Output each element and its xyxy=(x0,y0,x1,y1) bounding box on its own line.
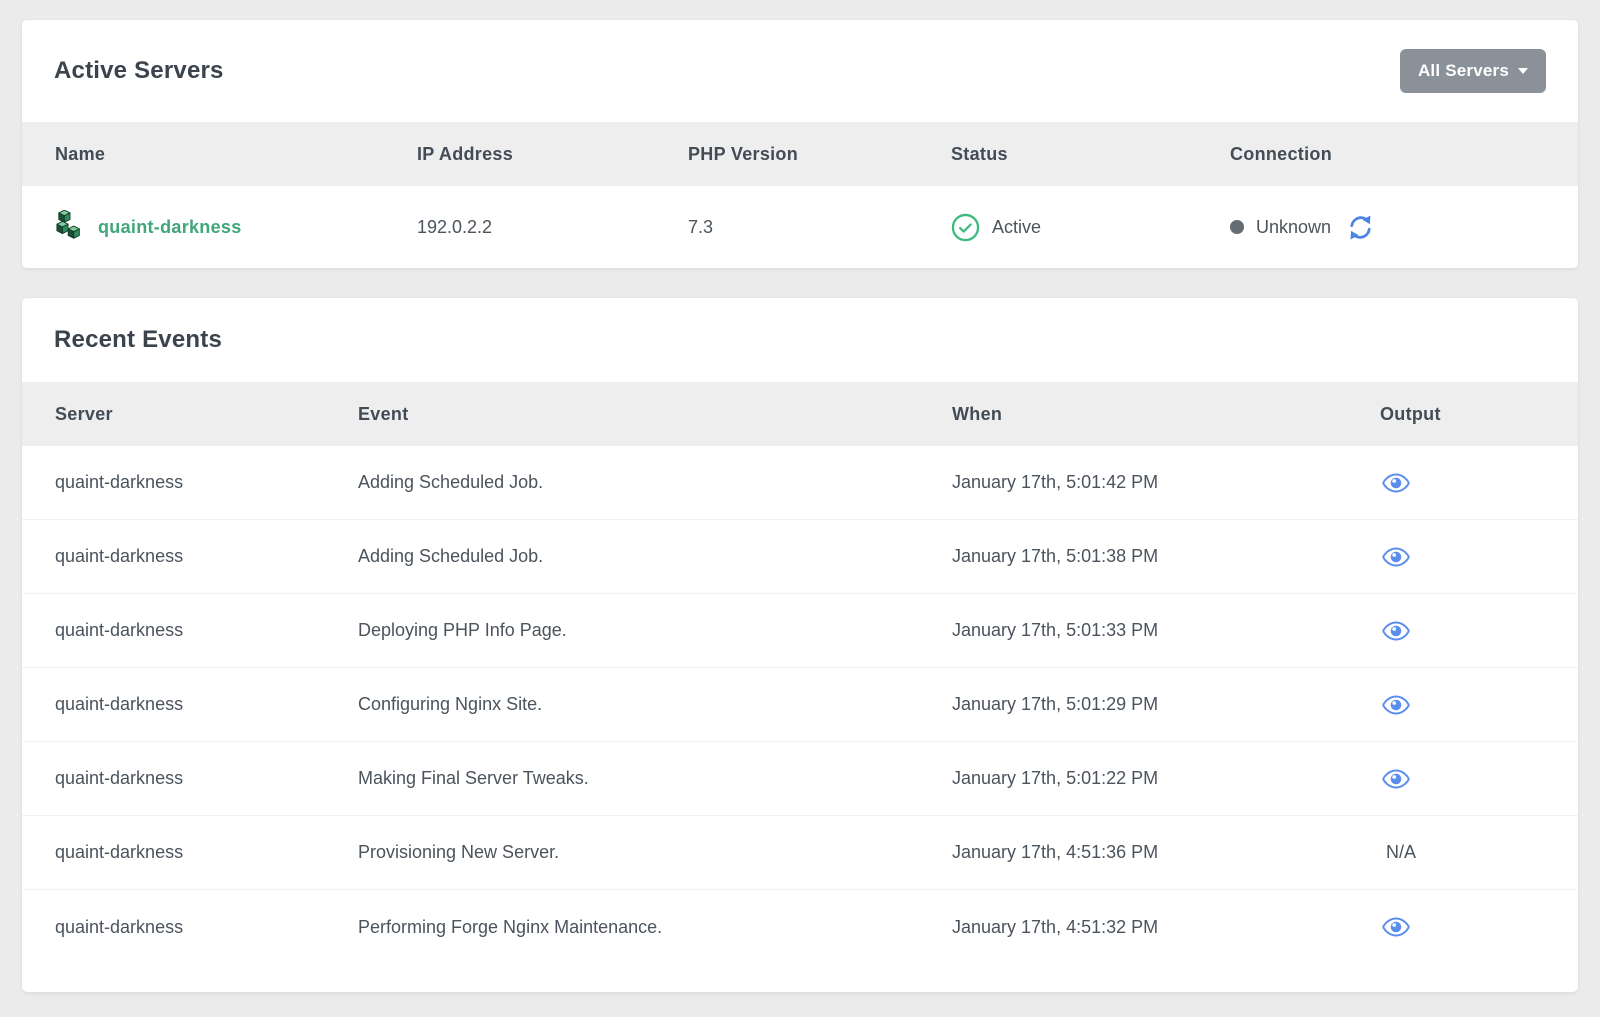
server-name-link[interactable]: quaint-darkness xyxy=(98,217,242,238)
event-timestamp: January 17th, 4:51:36 PM xyxy=(952,842,1380,863)
recent-events-title: Recent Events xyxy=(54,326,222,354)
event-description: Adding Scheduled Job. xyxy=(358,546,952,567)
column-header-output: Output xyxy=(1380,404,1578,425)
event-timestamp: January 17th, 5:01:38 PM xyxy=(952,546,1380,567)
event-output-cell xyxy=(1380,473,1578,493)
event-server: quaint-darkness xyxy=(22,842,358,863)
event-description: Performing Forge Nginx Maintenance. xyxy=(358,917,952,938)
table-row: quaint-darkness Adding Scheduled Job. Ja… xyxy=(22,520,1578,594)
view-output-eye-icon[interactable] xyxy=(1382,769,1410,789)
column-header-ip: IP Address xyxy=(417,144,688,165)
event-description: Adding Scheduled Job. xyxy=(358,472,952,493)
all-servers-dropdown-button[interactable]: All Servers xyxy=(1400,49,1546,93)
table-row: quaint-darkness Adding Scheduled Job. Ja… xyxy=(22,446,1578,520)
column-header-connection: Connection xyxy=(1230,144,1578,165)
table-row: quaint-darkness Deploying PHP Info Page.… xyxy=(22,594,1578,668)
status-active-check-icon xyxy=(951,213,980,242)
recent-events-table-header: Server Event When Output xyxy=(22,382,1578,446)
view-output-eye-icon[interactable] xyxy=(1382,473,1410,493)
event-output-cell xyxy=(1380,547,1578,567)
recent-events-header: Recent Events xyxy=(22,298,1578,382)
no-output-label: N/A xyxy=(1386,842,1416,863)
all-servers-dropdown-label: All Servers xyxy=(1418,61,1509,81)
event-server: quaint-darkness xyxy=(22,620,358,641)
event-server: quaint-darkness xyxy=(22,694,358,715)
server-php-version: 7.3 xyxy=(688,217,951,238)
active-servers-title: Active Servers xyxy=(54,57,224,85)
column-header-name: Name xyxy=(22,144,417,165)
column-header-php-version: PHP Version xyxy=(688,144,951,165)
event-output-cell: N/A xyxy=(1380,842,1578,863)
event-timestamp: January 17th, 5:01:42 PM xyxy=(952,472,1380,493)
view-output-eye-icon[interactable] xyxy=(1382,695,1410,715)
column-header-server: Server xyxy=(22,404,358,425)
column-header-event: Event xyxy=(358,404,952,425)
server-icon xyxy=(55,210,85,244)
active-servers-table-header: Name IP Address PHP Version Status Conne… xyxy=(22,122,1578,186)
table-row: quaint-darkness Provisioning New Server.… xyxy=(22,816,1578,890)
view-output-eye-icon[interactable] xyxy=(1382,547,1410,567)
server-connection-label: Unknown xyxy=(1256,217,1331,238)
view-output-eye-icon[interactable] xyxy=(1382,917,1410,937)
chevron-down-icon xyxy=(1518,68,1528,74)
server-ip: 192.0.2.2 xyxy=(417,217,688,238)
recent-events-card: Recent Events Server Event When Output q… xyxy=(22,298,1578,992)
active-servers-card: Active Servers All Servers Name IP Addre… xyxy=(22,20,1578,268)
server-status-label: Active xyxy=(992,217,1041,238)
table-row: quaint-darkness Performing Forge Nginx M… xyxy=(22,890,1578,964)
event-timestamp: January 17th, 5:01:33 PM xyxy=(952,620,1380,641)
event-server: quaint-darkness xyxy=(22,917,358,938)
event-output-cell xyxy=(1380,695,1578,715)
event-server: quaint-darkness xyxy=(22,472,358,493)
table-row: quaint-darkness Making Final Server Twea… xyxy=(22,742,1578,816)
refresh-connection-icon[interactable] xyxy=(1347,214,1374,241)
event-server: quaint-darkness xyxy=(22,546,358,567)
server-name-cell: quaint-darkness xyxy=(22,210,417,244)
server-connection-cell: Unknown xyxy=(1230,214,1578,241)
table-row: quaint-darkness Configuring Nginx Site. … xyxy=(22,668,1578,742)
event-output-cell xyxy=(1380,621,1578,641)
event-timestamp: January 17th, 4:51:32 PM xyxy=(952,917,1380,938)
event-timestamp: January 17th, 5:01:22 PM xyxy=(952,768,1380,789)
event-output-cell xyxy=(1380,769,1578,789)
server-status-cell: Active xyxy=(951,213,1230,242)
connection-status-dot-icon xyxy=(1230,220,1244,234)
event-output-cell xyxy=(1380,917,1578,937)
event-description: Provisioning New Server. xyxy=(358,842,952,863)
event-timestamp: January 17th, 5:01:29 PM xyxy=(952,694,1380,715)
active-servers-header: Active Servers All Servers xyxy=(22,20,1578,122)
view-output-eye-icon[interactable] xyxy=(1382,621,1410,641)
event-description: Making Final Server Tweaks. xyxy=(358,768,952,789)
event-description: Deploying PHP Info Page. xyxy=(358,620,952,641)
column-header-when: When xyxy=(952,404,1380,425)
table-row: quaint-darkness 192.0.2.2 7.3 Active Unk… xyxy=(22,186,1578,268)
event-description: Configuring Nginx Site. xyxy=(358,694,952,715)
column-header-status: Status xyxy=(951,144,1230,165)
event-server: quaint-darkness xyxy=(22,768,358,789)
recent-events-table-body: quaint-darkness Adding Scheduled Job. Ja… xyxy=(22,446,1578,964)
